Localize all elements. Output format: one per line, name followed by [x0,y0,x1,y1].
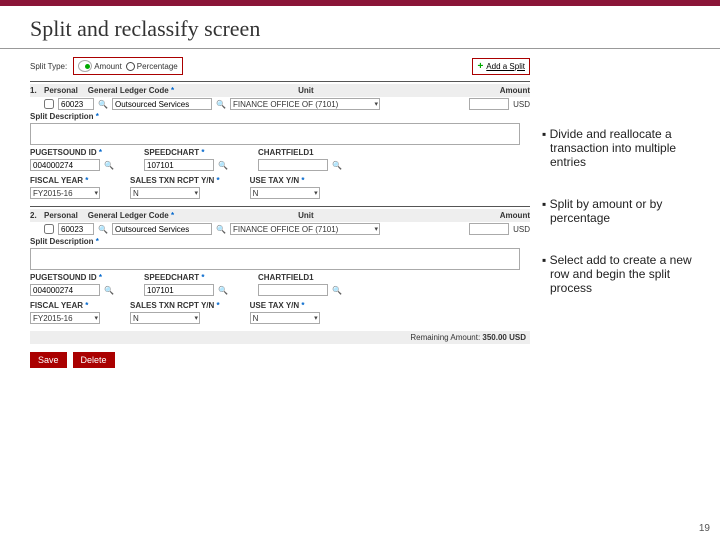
bullet-text: ▪ Split by amount or by percentage [542,197,702,225]
psid-input[interactable] [30,159,100,171]
amount-input[interactable] [469,223,509,235]
lookup-icon[interactable]: 🔍 [98,99,108,109]
speedchart-input[interactable] [144,284,214,296]
page-number: 19 [699,523,710,534]
psid-label: PUGETSOUND ID [30,148,114,157]
personal-checkbox[interactable] [44,99,54,109]
gl-desc-input[interactable] [112,98,212,110]
add-split-button[interactable]: + Add a Split [472,58,530,75]
lookup-icon[interactable]: 🔍 [104,285,114,295]
unit-header: Unit [298,211,314,220]
split-type-group: Amount Percentage [73,57,183,75]
speedchart-label: SPEEDCHART [144,273,228,282]
remaining-amount: Remaining Amount: 350.00 USD [30,331,530,344]
gl-code-input[interactable] [58,98,94,110]
radio-amount[interactable]: Amount [78,60,122,72]
psid-label: PUGETSOUND ID [30,273,114,282]
fiscalyear-select[interactable]: FY2015-16 [30,187,100,199]
split-desc-label: Split Description [30,112,99,121]
chartfield-input[interactable] [258,284,328,296]
glc-header: General Ledger Code [88,86,174,95]
glc-header: General Ledger Code [88,211,174,220]
salestax-label: SALES TXN RCPT Y/N [130,301,220,310]
plus-icon: + [477,61,483,72]
personal-checkbox[interactable] [44,224,54,234]
split-desc-textarea[interactable] [30,123,520,145]
speedchart-input[interactable] [144,159,214,171]
unit-select[interactable]: FINANCE OFFICE OF (7101) [230,223,380,235]
lookup-icon[interactable]: 🔍 [104,160,114,170]
lookup-icon[interactable]: 🔍 [216,99,226,109]
fiscalyear-label: FISCAL YEAR [30,301,100,310]
radio-percentage[interactable]: Percentage [126,62,178,71]
speedchart-label: SPEEDCHART [144,148,228,157]
amount-header: Amount [500,211,530,220]
bullet-text: ▪ Select add to create a new row and beg… [542,253,702,295]
split-desc-label: Split Description [30,237,99,246]
form-area: Split Type: Amount Percentage + Add a Sp… [30,57,530,368]
unit-select[interactable]: FINANCE OFFICE OF (7101) [230,98,380,110]
fiscalyear-select[interactable]: FY2015-16 [30,312,100,324]
lookup-icon[interactable]: 🔍 [332,160,342,170]
lookup-icon[interactable]: 🔍 [98,224,108,234]
salestax-select[interactable]: N [130,312,200,324]
personal-header: Personal [44,211,78,220]
salestax-select[interactable]: N [130,187,200,199]
save-button[interactable]: Save [30,352,67,368]
chartfield-label: CHARTFIELD1 [258,273,342,282]
salestax-label: SALES TXN RCPT Y/N [130,176,220,185]
usetax-select[interactable]: N [250,187,320,199]
currency-label: USD [513,225,530,234]
lookup-icon[interactable]: 🔍 [218,285,228,295]
chartfield-input[interactable] [258,159,328,171]
personal-header: Personal [44,86,78,95]
gl-desc-input[interactable] [112,223,212,235]
usetax-label: USE TAX Y/N [250,301,320,310]
split-desc-textarea[interactable] [30,248,520,270]
delete-button[interactable]: Delete [73,352,115,368]
sidebar-notes: ▪ Divide and reallocate a transaction in… [542,57,702,368]
chartfield-label: CHARTFIELD1 [258,148,342,157]
amount-input[interactable] [469,98,509,110]
lookup-icon[interactable]: 🔍 [332,285,342,295]
currency-label: USD [513,100,530,109]
split-type-label: Split Type: [30,62,67,71]
row-num: 2. [30,211,40,220]
bullet-text: ▪ Divide and reallocate a transaction in… [542,127,702,169]
lookup-icon[interactable]: 🔍 [216,224,226,234]
fiscalyear-label: FISCAL YEAR [30,176,100,185]
usetax-label: USE TAX Y/N [250,176,320,185]
row-num: 1. [30,86,40,95]
gl-code-input[interactable] [58,223,94,235]
page-title: Split and reclassify screen [0,6,720,49]
amount-header: Amount [500,86,530,95]
lookup-icon[interactable]: 🔍 [218,160,228,170]
psid-input[interactable] [30,284,100,296]
unit-header: Unit [298,86,314,95]
usetax-select[interactable]: N [250,312,320,324]
